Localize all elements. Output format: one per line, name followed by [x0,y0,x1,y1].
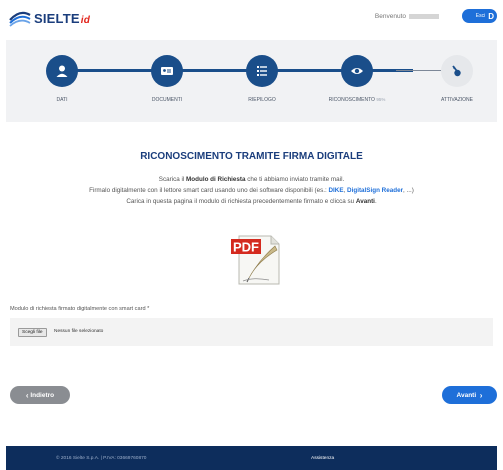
key-icon [452,65,461,77]
list-icon [257,66,267,76]
pdf-file-icon: PDF [231,235,280,285]
step-dati-circle [46,55,78,87]
step-riepilogo-circle [246,55,278,87]
id-card-icon [161,67,173,75]
progress-stepper: DATI DOCUMENTI RIEPILOGO RICONOSCIMENTO … [6,40,497,122]
step-label-documenti: DOCUMENTI [151,97,183,103]
back-button[interactable]: ‹ Indietro [10,386,70,404]
step-label-riepilogo: RIEPILOGO [248,97,276,103]
logo-text: SIELTEid [34,10,91,26]
user-icon [56,65,68,77]
footer-help-link[interactable]: Assistenza [311,456,334,461]
footer-copyright: © 2016 Sielte S.p.A. | P.IVA: 0366976087… [56,456,147,461]
sielte-id-logo[interactable]: SIELTEid [8,6,90,30]
file-status-text: Nessun file selezionato [54,329,104,334]
step-documenti-circle [151,55,183,87]
username-redacted [409,13,439,19]
step-label-attivazione: ATTIVAZIONE [440,97,474,103]
exit-button[interactable]: Esci D [462,9,497,23]
sielte-logo-icon [9,11,31,27]
footer: © 2016 Sielte S.p.A. | P.IVA: 0366976087… [6,446,497,470]
stepper-pending-line [396,70,441,71]
choose-file-button[interactable]: Scegli file [18,328,47,337]
eye-icon [351,68,363,74]
instruction-line-3: Carica in questa pagina il modulo di ric… [126,198,377,205]
upload-field-label: Modulo di richiesta firmato digitalmente… [10,306,150,312]
header: SIELTEid Benvenuto Esci D [0,0,503,38]
digitalsign-reader-link[interactable]: DigitalSign Reader [347,187,403,194]
page-title: RICONOSCIMENTO TRAMITE FIRMA DIGITALE [140,151,363,162]
step-label-riconoscimento: RICONOSCIMENTO 95% [328,97,386,103]
chevron-right-icon: › [479,390,483,400]
step-riconoscimento-circle [341,55,373,87]
next-button[interactable]: Avanti › [442,386,497,404]
welcome-text: Benvenuto [375,13,439,20]
chevron-left-icon: ‹ [25,390,29,400]
instruction-line-2: Firmalo digitalmente con il lettore smar… [89,187,414,194]
instruction-line-1: Scarica il Modulo di Richiesta che ti ab… [158,176,345,183]
step-attivazione-circle [441,55,473,87]
step-label-dati: DATI [56,97,68,103]
door-exit-icon: D [488,11,494,21]
file-upload-field: Scegli file Nessun file selezionato [10,318,493,346]
dike-link[interactable]: DIKE [329,187,344,194]
svg-text:PDF: PDF [233,240,259,255]
